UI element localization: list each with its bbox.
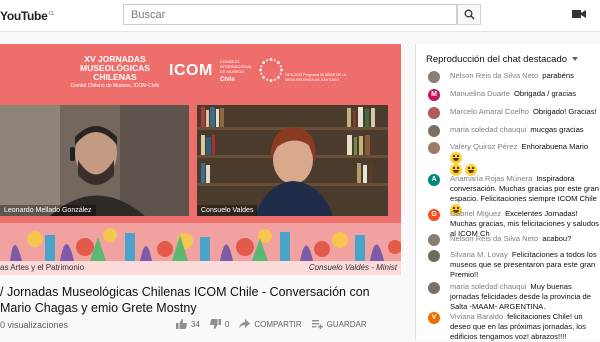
like-button[interactable]: 34 <box>176 319 200 329</box>
search-box[interactable] <box>123 4 458 25</box>
video-player[interactable]: XV JORNADAS MUSEOLÓGICAS CHILENAS Comité… <box>0 44 401 275</box>
lower-third-right: Consuelo Valdés - Minist <box>308 263 397 272</box>
icom-side-text: CONSEJO INTERNACIONAL DE MUSEOS <box>220 59 253 74</box>
chat-text: Obrigado! Gracias! <box>532 107 597 116</box>
share-icon <box>239 319 251 329</box>
chat-author[interactable]: Nelson Reis da Silva Neto <box>450 71 538 80</box>
chat-author[interactable]: Silvana M. Lovay <box>450 250 508 259</box>
speaker-1-label: Leonardo Mellado González <box>0 205 96 216</box>
thumbs-up-icon <box>176 319 187 329</box>
jornadas-title: XV JORNADAS MUSEOLÓGICAS CHILENAS <box>80 54 150 82</box>
chat-text: mucgas gracias <box>530 125 584 134</box>
chat-text: Enhorabuena Mario <box>521 142 589 151</box>
avatar[interactable]: A <box>428 174 440 186</box>
jornadas-subtitle: Comité Chileno de Museos, ICOM-Chile <box>70 83 160 89</box>
avatar[interactable]: M <box>428 89 440 101</box>
save-label: GUARDAR <box>326 319 367 329</box>
save-button[interactable]: GUARDAR <box>311 319 367 329</box>
smiley-emoji-icon <box>450 152 462 164</box>
avatar[interactable] <box>428 71 440 83</box>
avatar[interactable] <box>428 282 440 294</box>
chat-author[interactable]: Valery Quiroz Pérez <box>450 142 517 151</box>
share-button[interactable]: COMPARTIR <box>239 319 302 329</box>
like-count: 34 <box>191 319 200 329</box>
chat-text: parabéns <box>542 71 574 80</box>
chat-panel: Reproducción del chat destacado Nelson R… <box>415 44 600 341</box>
chevron-down-icon <box>572 57 579 62</box>
chat-header-dropdown[interactable]: Reproducción del chat destacado <box>426 54 579 65</box>
playlist-add-icon <box>311 320 323 329</box>
avatar[interactable] <box>428 142 440 154</box>
chat-author[interactable]: maria soledad chauqui <box>450 282 526 291</box>
speaker-2-image <box>197 105 388 216</box>
speaker-video-1: Leonardo Mellado González <box>0 105 189 216</box>
speaker-video-2: Consuelo Valdes <box>197 105 388 216</box>
avatar[interactable] <box>428 107 440 119</box>
chat-author[interactable]: Viviana Baraldo <box>450 312 503 321</box>
chat-author[interactable]: Manuelina Duarte <box>450 89 510 98</box>
search-button[interactable] <box>457 4 481 25</box>
video-title: / Jornadas Museológicas Chilenas ICOM Ch… <box>0 285 370 315</box>
avatar[interactable] <box>428 125 440 137</box>
chat-author[interactable]: Marcelo Amaral Coelho <box>450 107 529 116</box>
search-input[interactable] <box>124 5 458 25</box>
logo-text: YouTube <box>0 9 48 23</box>
anniversary-text: 1978-2028 Programa 50 AÑOS DE LA MESA RE… <box>285 73 347 82</box>
dislike-count: 0 <box>224 319 230 329</box>
chat-author[interactable]: Nelson Reis da Silva Neto <box>450 234 538 243</box>
video-banner: XV JORNADAS MUSEOLÓGICAS CHILENAS Comité… <box>0 44 401 99</box>
youtube-logo[interactable]: YouTubeCL <box>0 9 55 23</box>
anniversary-logo-icon <box>259 58 283 82</box>
lower-third: as Artes y el Patrimonio Consuelo Valdés… <box>0 261 401 275</box>
chat-header-label: Reproducción del chat destacado <box>426 54 568 65</box>
avatar[interactable] <box>428 234 440 246</box>
decorative-illustration <box>0 223 401 261</box>
avatar[interactable]: V <box>428 312 440 324</box>
view-count: 0 visualizaciones <box>0 320 69 330</box>
video-actions: 34 0 COMPARTIR GUARDAR <box>176 319 377 329</box>
chat-author[interactable]: Anamaría Rojas Múnera <box>450 174 532 183</box>
country-code: CL <box>48 11 55 17</box>
lower-third-left: as Artes y el Patrimonio <box>0 263 85 272</box>
chat-author[interactable]: maria soledad chauqui <box>450 125 526 134</box>
chat-author[interactable]: Gabriel Miguez <box>450 209 501 218</box>
search-icon <box>464 9 474 20</box>
speaker-1-image <box>0 105 189 216</box>
speaker-2-label: Consuelo Valdes <box>197 205 258 216</box>
thumbs-down-icon <box>209 319 221 329</box>
chat-text: acabou? <box>542 234 572 243</box>
create-video-icon[interactable] <box>572 9 586 19</box>
top-bar: YouTubeCL <box>0 0 600 32</box>
avatar[interactable]: G <box>428 209 440 221</box>
icom-logo: ICOM <box>169 62 213 79</box>
chat-text: Obrigada / gracias <box>513 89 577 98</box>
avatar[interactable] <box>428 250 440 262</box>
icom-chile-text: Chile <box>220 77 235 83</box>
share-label: COMPARTIR <box>254 319 302 329</box>
dislike-button[interactable]: 0 <box>209 319 230 329</box>
